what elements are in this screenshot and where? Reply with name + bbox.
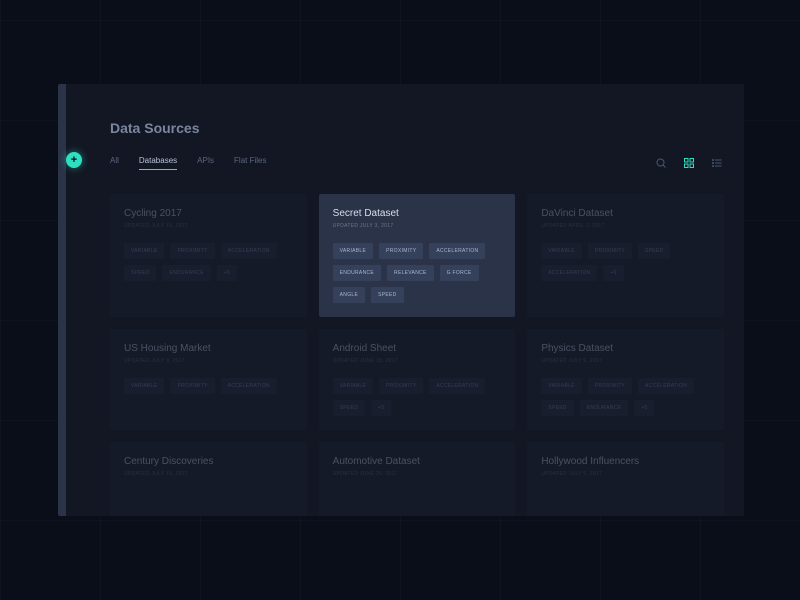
card-updated: UPDATED JUNE 26, 2017 [333, 471, 502, 477]
tag[interactable]: ACCELERATION [638, 378, 694, 394]
card-updated: UPDATED JULY 15, 2017 [124, 223, 293, 229]
card-updated: UPDATED JULY 9, 2017 [124, 358, 293, 364]
dataset-card[interactable]: Cycling 2017 UPDATED JULY 15, 2017 VARIABL… [110, 194, 307, 317]
sidebar-accent [58, 84, 66, 516]
card-updated: UPDATED JULY 9, 2017 [541, 358, 710, 364]
tag[interactable]: ACCELERATION [221, 243, 277, 259]
tag-row: VARIABLE PROXIMITY SPEED ACCELERATION +9 [541, 243, 710, 281]
toolbar-right [654, 156, 724, 170]
tag[interactable]: SPEED [638, 243, 670, 259]
tag[interactable]: +5 [217, 265, 237, 281]
tag[interactable]: ENDURANCE [162, 265, 210, 281]
add-button[interactable]: + [66, 152, 82, 168]
card-updated: UPDATED APRIL 2, 2017 [541, 223, 710, 229]
list-view-icon[interactable] [710, 156, 724, 170]
tag[interactable]: RELEVANCE [387, 265, 434, 281]
tag[interactable]: SPEED [371, 287, 403, 303]
card-title: Hollywood Influencers [541, 456, 710, 467]
tag[interactable]: PROXIMITY [170, 378, 214, 394]
tag[interactable]: ACCELERATION [221, 378, 277, 394]
tag[interactable]: G FORCE [440, 265, 479, 281]
card-title: Century Discoveries [124, 456, 293, 467]
tag[interactable]: VARIABLE [333, 378, 373, 394]
dataset-card[interactable]: Secret Dataset UPDATED JULY 3, 2017 VARIAB… [319, 194, 516, 317]
tag[interactable]: VARIABLE [124, 243, 164, 259]
dataset-card[interactable]: US Housing Market UPDATED JULY 9, 2017 VAR… [110, 329, 307, 430]
tag[interactable]: ANGLE [333, 287, 365, 303]
tag[interactable]: PROXIMITY [588, 378, 632, 394]
dataset-card[interactable]: Automotive Dataset UPDATED JUNE 26, 2017 [319, 442, 516, 516]
page-title: Data Sources [110, 84, 724, 136]
tag[interactable]: SPEED [541, 400, 573, 416]
tag-row: VARIABLE PROXIMITY ACCELERATION [124, 378, 293, 394]
tab-apis[interactable]: APIs [197, 156, 214, 170]
grid-view-icon[interactable] [682, 156, 696, 170]
tag[interactable]: PROXIMITY [379, 378, 423, 394]
tag[interactable]: ENDURANCE [580, 400, 628, 416]
tag[interactable]: ACCELERATION [429, 378, 485, 394]
card-title: DaVinci Dataset [541, 208, 710, 219]
tab-flat-files[interactable]: Flat Files [234, 156, 266, 170]
card-title: Secret Dataset [333, 208, 502, 219]
tag[interactable]: VARIABLE [541, 378, 581, 394]
filter-tabs: All Databases APIs Flat Files [110, 156, 267, 170]
card-title: Cycling 2017 [124, 208, 293, 219]
tag[interactable]: PROXIMITY [588, 243, 632, 259]
toolbar: + AllDatabasesAPIsFlat Files [110, 156, 724, 170]
card-title: US Housing Market [124, 343, 293, 354]
card-updated: UPDATED JULY 9, 2017 [541, 471, 710, 477]
tag-row: VARIABLE PROXIMITY ACCELERATION SPEED +5 [333, 378, 502, 416]
card-title: Android Sheet [333, 343, 502, 354]
tag[interactable]: SPEED [333, 400, 365, 416]
tab-databases[interactable]: Databases [139, 156, 177, 170]
tag[interactable]: SPEED [124, 265, 156, 281]
tag[interactable]: ACCELERATION [429, 243, 485, 259]
tag-row: VARIABLE PROXIMITY ACCELERATION ENDURANCE RE… [333, 243, 502, 303]
card-updated: UPDATED JULY 3, 2017 [333, 223, 502, 229]
tag-row: VARIABLE PROXIMITY ACCELERATION SPEED ENDURA… [124, 243, 293, 281]
tag[interactable]: PROXIMITY [170, 243, 214, 259]
card-title: Physics Dataset [541, 343, 710, 354]
card-title: Automotive Dataset [333, 456, 502, 467]
dataset-card[interactable]: Android Sheet UPDATED JUNE 19, 2017 VARIAB… [319, 329, 516, 430]
tag[interactable]: +5 [371, 400, 391, 416]
tab-all[interactable]: All [110, 156, 119, 170]
tag-row: VARIABLE PROXIMITY ACCELERATION SPEED ENDURA… [541, 378, 710, 416]
tag[interactable]: VARIABLE [124, 378, 164, 394]
tag[interactable]: VARIABLE [333, 243, 373, 259]
tag[interactable]: +9 [603, 265, 623, 281]
dataset-card[interactable]: Century Discoveries UPDATED JULY 15, 2017 [110, 442, 307, 516]
card-updated: UPDATED JULY 15, 2017 [124, 471, 293, 477]
plus-icon: + [71, 154, 77, 166]
dataset-card[interactable]: Hollywood Influencers UPDATED JULY 9, 201… [527, 442, 724, 516]
dataset-card[interactable]: DaVinci Dataset UPDATED APRIL 2, 2017 VARI… [527, 194, 724, 317]
main-panel: Data Sources + All Databases APIs Flat File… [58, 84, 744, 516]
tag[interactable]: VARIABLE [541, 243, 581, 259]
content-area: Data Sources + AllDatabasesAPIsFlat File… [110, 84, 724, 516]
tag[interactable]: ACCELERATION [541, 265, 597, 281]
tag[interactable]: PROXIMITY [379, 243, 423, 259]
search-icon[interactable] [654, 156, 668, 170]
cards-grid: Cycling 2017 UPDATED JULY 15, 2017 VARIABL… [110, 194, 724, 516]
tag[interactable]: ENDURANCE [333, 265, 381, 281]
tag[interactable]: +5 [634, 400, 654, 416]
card-updated: UPDATED JUNE 19, 2017 [333, 358, 502, 364]
dataset-card[interactable]: Physics Dataset UPDATED JULY 9, 2017 VARIA… [527, 329, 724, 430]
